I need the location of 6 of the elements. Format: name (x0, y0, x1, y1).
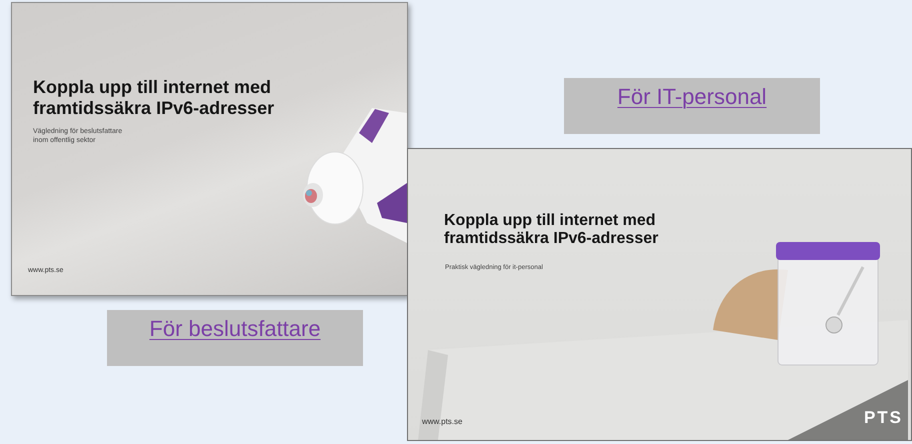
logo: PTS (864, 408, 903, 428)
document-link[interactable]: För beslutsfattare (149, 316, 321, 342)
cover-title: Koppla upp till internet med framtidssäkra IPv6-adresser (444, 212, 658, 249)
cover-url: www.pts.se (422, 417, 462, 426)
document-link[interactable]: För IT-personal (617, 84, 767, 110)
cover-title: Koppla upp till internet med framtidssäkra IPv6-adresser (33, 77, 274, 118)
